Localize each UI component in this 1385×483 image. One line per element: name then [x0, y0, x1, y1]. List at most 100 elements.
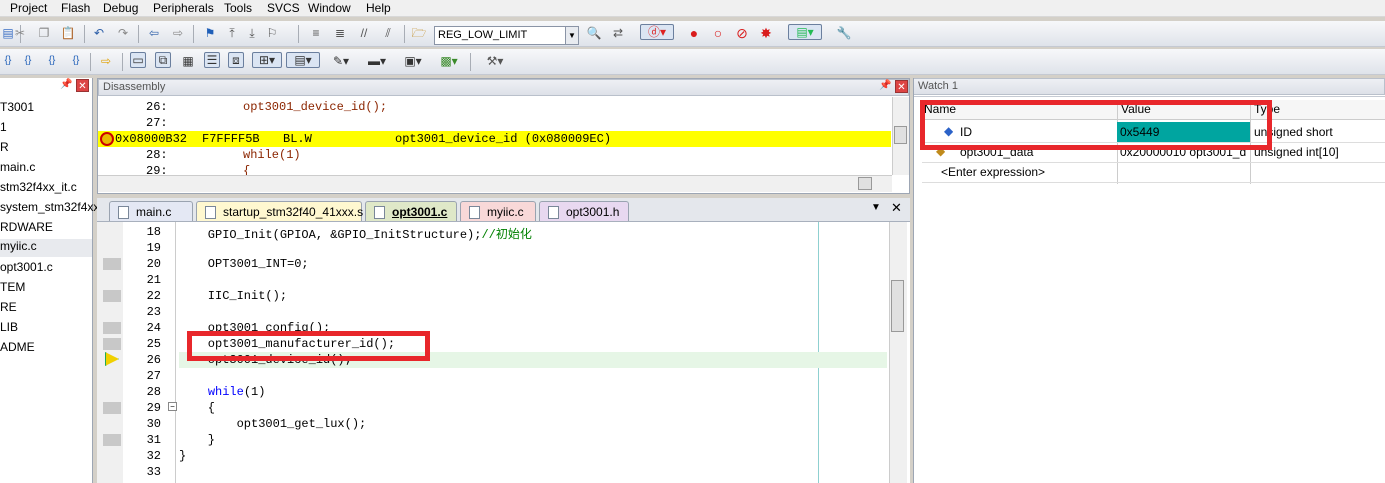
- close-icon[interactable]: ✕: [895, 80, 908, 93]
- menu-help[interactable]: Help: [366, 1, 391, 15]
- pin-icon[interactable]: 📌: [60, 79, 72, 90]
- bookmark-icon[interactable]: ⚑: [202, 25, 218, 41]
- breakpoint-disable-icon[interactable]: ⊘: [734, 25, 750, 41]
- memory-window-icon[interactable]: ▤▾: [286, 52, 320, 68]
- registers-window-icon[interactable]: ☰: [204, 52, 220, 68]
- close-icon[interactable]: ✕: [76, 79, 89, 92]
- cut-icon[interactable]: ✂: [12, 25, 28, 41]
- clear-bookmarks-icon[interactable]: ⚐: [264, 25, 280, 41]
- menu-window[interactable]: Window: [308, 1, 351, 15]
- chevron-down-icon[interactable]: ▼: [565, 27, 578, 44]
- find-icon[interactable]: 🔍: [586, 25, 602, 41]
- executable-line-marker[interactable]: [103, 434, 121, 446]
- debug-session-icon[interactable]: ⓓ▾: [640, 24, 674, 40]
- menu-flash[interactable]: Flash: [61, 1, 90, 15]
- tree-item[interactable]: RE: [0, 300, 17, 314]
- line-number: 30: [146, 417, 161, 431]
- analysis-window-icon[interactable]: ▬▾: [364, 53, 390, 69]
- breakpoint-enable-icon[interactable]: ○: [710, 25, 726, 41]
- tab-startup[interactable]: startup_stm32f40_41xxx.s: [196, 201, 363, 221]
- disasm-line-num: 27:: [146, 116, 168, 130]
- breakpoint-insert-icon[interactable]: ●: [686, 25, 702, 41]
- tab-label: opt3001.h: [566, 205, 620, 219]
- copy-icon[interactable]: ❐: [36, 25, 52, 41]
- tab-opt3001-c[interactable]: opt3001.c: [365, 201, 457, 221]
- project-tree: T3001 1 R main.c stm32f4xx_it.c system_s…: [0, 78, 99, 483]
- prev-bookmark-icon[interactable]: ⤒: [224, 25, 240, 41]
- scrollbar-thumb[interactable]: [858, 177, 872, 190]
- scrollbar-thumb[interactable]: [894, 126, 907, 144]
- executable-line-marker[interactable]: [103, 290, 121, 302]
- tree-item[interactable]: stm32f4xx_it.c: [0, 180, 77, 194]
- menu-project[interactable]: Project: [10, 1, 47, 15]
- watch-window-icon[interactable]: ⊞▾: [252, 52, 282, 68]
- line-number: 32: [146, 449, 161, 463]
- call-stack-window-icon[interactable]: ⧈: [228, 52, 244, 68]
- comment-icon[interactable]: //: [356, 25, 372, 41]
- window-layout-icon[interactable]: ▤▾: [788, 24, 822, 40]
- command-window-icon[interactable]: ▭: [130, 52, 146, 68]
- tree-item[interactable]: opt3001.c: [0, 260, 53, 274]
- executable-line-marker[interactable]: [103, 322, 121, 334]
- tree-item[interactable]: system_stm32f4xx: [0, 200, 99, 214]
- tree-item[interactable]: 1: [0, 120, 7, 134]
- redo-icon[interactable]: ↷: [115, 25, 131, 41]
- indent-icon[interactable]: ≡: [308, 25, 324, 41]
- system-viewer-icon[interactable]: ▩▾: [436, 53, 462, 69]
- tree-item[interactable]: main.c: [0, 160, 35, 174]
- disasm-instruction: BL.W: [283, 132, 312, 146]
- tree-item[interactable]: ADME: [0, 340, 35, 354]
- nav-back-icon[interactable]: ⇦: [146, 25, 162, 41]
- tree-item-selected[interactable]: myiic.c: [0, 239, 92, 257]
- menu-tools[interactable]: Tools: [224, 1, 252, 15]
- configure-icon[interactable]: 🔧: [836, 25, 852, 41]
- disassembly-window-icon[interactable]: ⧉: [155, 52, 171, 68]
- executable-line-marker[interactable]: [103, 402, 121, 414]
- line-number: 18: [146, 225, 161, 239]
- fold-toggle-icon[interactable]: −: [168, 402, 177, 411]
- tree-item[interactable]: RDWARE: [0, 220, 53, 234]
- tab-main-c[interactable]: main.c: [109, 201, 193, 221]
- tab-myiic-c[interactable]: myiic.c: [460, 201, 536, 221]
- serial-window-icon[interactable]: ✎▾: [328, 53, 354, 69]
- tab-list-chevron-icon[interactable]: ▼: [871, 202, 881, 213]
- scrollbar-thumb[interactable]: [891, 280, 904, 332]
- executable-line-marker[interactable]: [103, 258, 121, 270]
- next-bookmark-icon[interactable]: ⤓: [244, 25, 260, 41]
- uncomment-icon[interactable]: ⫽: [380, 25, 396, 41]
- step-into-icon[interactable]: {}: [0, 53, 16, 69]
- horizontal-scrollbar[interactable]: [98, 175, 892, 192]
- disasm-opcode: F7FFFF5B: [202, 132, 260, 146]
- nav-forward-icon[interactable]: ⇨: [170, 25, 186, 41]
- breakpoint-kill-icon[interactable]: ✸: [758, 25, 774, 41]
- tree-item[interactable]: LIB: [0, 320, 18, 334]
- tree-item[interactable]: T3001: [0, 100, 34, 114]
- step-over-icon[interactable]: {}: [20, 53, 36, 69]
- executable-line-marker[interactable]: [103, 338, 121, 350]
- toolbox-icon[interactable]: ⚒▾: [480, 53, 510, 69]
- paste-icon[interactable]: 📋: [60, 25, 76, 41]
- tree-item[interactable]: TEM: [0, 280, 25, 294]
- file-icon: [205, 206, 216, 219]
- close-tab-icon[interactable]: ✕: [891, 200, 902, 216]
- vertical-scrollbar[interactable]: [889, 222, 907, 483]
- pin-icon[interactable]: 📌: [879, 80, 891, 91]
- tree-item[interactable]: R: [0, 140, 9, 154]
- undo-icon[interactable]: ↶: [91, 25, 107, 41]
- incremental-find-icon[interactable]: ⇄: [610, 25, 626, 41]
- menu-peripherals[interactable]: Peripherals: [153, 1, 214, 15]
- find-combo[interactable]: REG_LOW_LIMIT: [434, 26, 579, 45]
- enter-expression-field[interactable]: <Enter expression>: [941, 165, 1045, 179]
- trace-window-icon[interactable]: ▣▾: [400, 53, 426, 69]
- tab-label: myiic.c: [487, 205, 524, 219]
- show-next-statement-icon[interactable]: ⇨: [98, 53, 114, 69]
- find-in-files-icon[interactable]: 🗁: [411, 25, 427, 41]
- menu-debug[interactable]: Debug: [103, 1, 138, 15]
- unindent-icon[interactable]: ≣: [332, 25, 348, 41]
- run-to-cursor-icon[interactable]: {}: [68, 53, 84, 69]
- step-out-icon[interactable]: {}: [44, 53, 60, 69]
- disasm-line-code: while(1): [243, 148, 301, 162]
- tab-opt3001-h[interactable]: opt3001.h: [539, 201, 629, 221]
- symbols-window-icon[interactable]: ▦: [180, 53, 196, 69]
- menu-svcs[interactable]: SVCS: [267, 1, 300, 15]
